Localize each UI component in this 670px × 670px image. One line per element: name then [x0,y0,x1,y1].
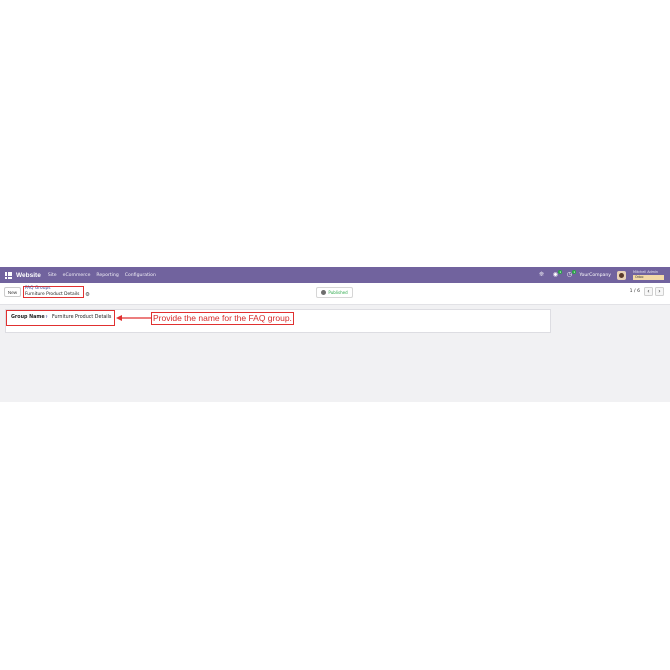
menu-ecommerce[interactable]: eCommerce [63,273,91,278]
menu-reporting[interactable]: Reporting [96,273,118,278]
breadcrumb-parent[interactable]: FAQ Groups [25,286,51,291]
top-navbar: Website Site eCommerce Reporting Configu… [0,267,670,283]
apps-grid-icon[interactable] [5,271,12,279]
user-menu[interactable]: Mitchell Admin Odoo [632,270,664,281]
breadcrumb-current: Furniture Product Details [25,292,80,297]
published-button[interactable]: Published [316,287,353,298]
group-name-input[interactable]: Furniture Product Details [52,315,111,320]
user-name: Mitchell Admin [633,269,659,274]
avatar[interactable] [617,270,626,280]
annotation-arrow [116,315,151,321]
company-switcher[interactable]: YourCompany [579,273,611,278]
navbar-left: Website Site eCommerce Reporting Configu… [5,267,162,283]
published-label: Published [328,290,348,295]
activity-badge: 1 [572,270,577,274]
database-badge: Odoo [633,274,664,280]
app-screenshot: Website Site eCommerce Reporting Configu… [0,267,670,402]
new-button[interactable]: New [4,287,21,297]
chat-badge: 1 [558,270,563,274]
pager: 1 / 6 ‹ › [630,287,664,296]
menu-configuration[interactable]: Configuration [125,273,156,278]
globe-icon [321,290,327,295]
app-brand[interactable]: Website [16,272,41,279]
bug-icon[interactable]: ❊ [537,271,545,279]
help-marker[interactable]: ? [46,315,48,319]
clock-icon[interactable]: ◷ 1 [565,270,577,279]
annotation-callout: Provide the name for the FAQ group. [151,312,294,325]
pager-value[interactable]: 1 / 6 [630,289,640,294]
control-panel: New FAQ Groups Furniture Product Details… [0,283,670,305]
group-name-label: Group Name? [11,315,47,320]
navbar-right: ❊ ◉ 1 ◷ 1 YourCompany Mitchell Admin Odoo [537,267,664,283]
pager-next-button[interactable]: › [655,287,664,296]
pager-prev-button[interactable]: ‹ [644,287,653,296]
chat-icon[interactable]: ◉ 1 [551,270,563,279]
menu-site[interactable]: Site [48,273,57,278]
gear-icon[interactable]: ⚙ [85,292,90,298]
group-name-label-text: Group Name [11,315,45,320]
